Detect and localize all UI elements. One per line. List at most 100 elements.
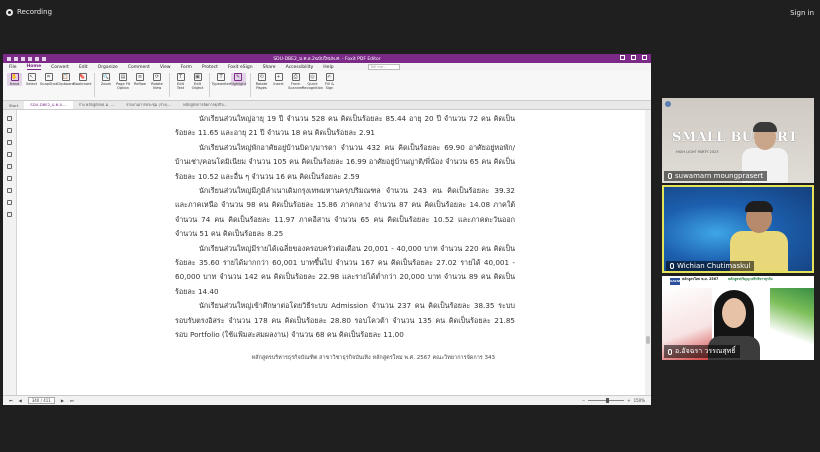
fill-sign-button[interactable]: ✍ Fill & Sign: [322, 73, 337, 90]
reflow-button[interactable]: ≡ Reflow: [133, 73, 148, 86]
camera-icon: ⌗: [44, 73, 53, 81]
window-controls: [620, 55, 647, 60]
zoom-slider[interactable]: [588, 398, 625, 403]
paragraph-hometown: นักเรียนส่วนใหญ่มีภูมิลำเนาเดิมกรุงเทพมห…: [175, 186, 515, 239]
vertical-scrollbar[interactable]: [645, 110, 651, 395]
paragraph-age: นักเรียนส่วนใหญ่อายุ 19 ปี จำนวน 528 คน …: [175, 114, 515, 138]
edit-object-button[interactable]: ▣ Edit Object: [190, 73, 205, 90]
menu-edit[interactable]: Edit: [79, 65, 88, 70]
menu-view[interactable]: View: [160, 65, 171, 70]
participant-tile-3[interactable]: AACSB หลักสูตรใหม่ พ.ศ. 2567 หลักสูตรปริ…: [662, 276, 814, 360]
sign-in-button[interactable]: Sign in: [790, 9, 814, 17]
bookmark-panel-icon[interactable]: [7, 116, 12, 121]
participant-tile-1[interactable]: SMALL BU...ART HIGH LIGHT PARTY 2023 suw…: [662, 98, 814, 183]
status-bar: ⏮ ◀ 340 / 411 ▶ ⏭ − + 150%: [3, 395, 651, 405]
menu-accessibility[interactable]: Accessibility: [286, 65, 314, 70]
scanner-icon: ⎙: [291, 73, 300, 81]
mic-icon: [670, 263, 674, 269]
from-scanner-button[interactable]: ⎙ From Scanner: [288, 73, 303, 90]
select-button[interactable]: ↖ Select: [24, 73, 39, 86]
link-panel-icon[interactable]: [7, 176, 12, 181]
hand-button[interactable]: ✋ Hand: [7, 73, 22, 86]
minimize-icon[interactable]: [620, 55, 625, 60]
participant-tile-2-active-speaker[interactable]: Wichian Chutimaskul: [662, 185, 814, 273]
document-tab[interactable]: SDU-DBE2_ม.ค.อ....: [24, 101, 73, 109]
zoom-in-icon[interactable]: +: [627, 398, 630, 403]
prev-page-icon[interactable]: ◀: [19, 398, 22, 403]
menu-organize[interactable]: Organize: [98, 65, 118, 70]
page-footer: หลักสูตรบริหารธุรกิจบัณฑิต สาขาวิชาธุรกิ…: [251, 354, 495, 361]
ribbon-button-label: From Scanner: [288, 82, 303, 90]
scrollbar-thumb[interactable]: [646, 336, 650, 344]
zoom-button[interactable]: 🔍 Zoom: [99, 73, 114, 86]
next-page-icon[interactable]: ▶: [61, 398, 64, 403]
document-view[interactable]: นักเรียนส่วนใหญ่อายุ 19 ปี จำนวน 528 คน …: [17, 110, 651, 395]
menu-file[interactable]: File: [9, 65, 17, 70]
page-number-field[interactable]: 340 / 411: [27, 397, 55, 404]
ribbon-button-label: Quick Recognition: [301, 82, 324, 90]
aacsb-logo: AACSB: [670, 278, 682, 285]
attachments-panel-icon[interactable]: [7, 164, 12, 169]
page-fit-option-button[interactable]: ▤ Page Fit Option: [116, 73, 131, 90]
zoom-control: − + 150%: [582, 398, 651, 403]
paragraph-income: นักเรียนส่วนใหญ่มีรายได้เฉลี่ยของครอบครั…: [175, 243, 515, 296]
zoom-level[interactable]: 150%: [634, 398, 645, 403]
ribbon-separator: [209, 73, 210, 97]
document-tab[interactable]: Start: [3, 102, 24, 109]
last-page-icon[interactable]: ⏭: [70, 398, 74, 403]
rotate-pages-icon: ⟲: [257, 73, 266, 81]
document-tab[interactable]: หลักสูตรการจัดการธุรกิจ...: [177, 101, 233, 109]
menu-foxit-esign[interactable]: Foxit eSign: [228, 65, 253, 70]
layers-panel-icon[interactable]: [7, 140, 12, 145]
clipboard-button[interactable]: 📋 Clipboard: [57, 73, 74, 86]
insert-button[interactable]: + Insert: [271, 73, 286, 86]
menu-home[interactable]: Home: [26, 64, 42, 70]
comments-panel-icon[interactable]: [7, 152, 12, 157]
mic-icon: [668, 348, 672, 355]
ribbon-button-label: Edit Text: [176, 82, 185, 90]
menu-bar: File Home Convert Edit Organize Comment View Fo…: [3, 63, 651, 71]
ribbon-button-label: Fill & Sign: [325, 82, 334, 90]
menu-form[interactable]: Form: [181, 65, 192, 70]
security-panel-icon[interactable]: [7, 188, 12, 193]
participant-name: อ.อัจฉรา วรรณสุทธิ์: [675, 347, 736, 355]
menu-protect[interactable]: Protect: [202, 65, 218, 70]
menu-share[interactable]: Share: [263, 65, 276, 70]
edit-object-icon: ▣: [193, 73, 202, 81]
close-icon[interactable]: [642, 55, 647, 60]
snapshot-button[interactable]: ⌗ SnapShot: [40, 73, 57, 86]
document-tab[interactable]: ร่าง หลักสูตรบธ.ม. ...: [73, 101, 121, 109]
bookmark-icon: 🔖: [78, 73, 87, 81]
clipboard-icon: 📋: [61, 73, 70, 81]
tell-me-search-input[interactable]: Tell me...: [367, 64, 400, 70]
maximize-icon[interactable]: [631, 55, 636, 60]
ribbon-toolbar: ✋ Hand ↖ Select ⌗ SnapShot 📋 Clipboard 🔖 Bookmark…: [3, 71, 651, 101]
first-page-icon[interactable]: ⏮: [9, 398, 13, 403]
menu-comment[interactable]: Comment: [128, 65, 150, 70]
participant-name: Wichian Chutimaskul: [677, 262, 751, 270]
quick-recognition-button[interactable]: ◎ Quick Recognition: [301, 73, 324, 90]
document-tab[interactable]: รายงานการประชุม (ร่าง)...: [120, 101, 177, 109]
highlight-button[interactable]: ✎ Highlight: [230, 73, 246, 86]
thumbnail-panel-icon[interactable]: [7, 128, 12, 133]
zoom-icon: 🔍: [102, 73, 110, 81]
ribbon-button-label: Select: [25, 82, 38, 86]
bookmark-button[interactable]: 🔖 Bookmark: [73, 73, 92, 86]
pdf-page: นักเรียนส่วนใหญ่อายุ 19 ปี จำนวน 528 คน …: [175, 112, 515, 365]
typewriter-button[interactable]: T Typewriter: [212, 73, 230, 86]
background-caption-2: หลักสูตรปริญญาตรีบริหารธุรกิจ: [728, 277, 773, 281]
document-tabs: Start SDU-DBE2_ม.ค.อ.... ร่าง หลักสูตรบธ.ม…: [3, 101, 651, 110]
mic-icon: [668, 173, 672, 179]
background-caption: หลักสูตรใหม่ พ.ศ. 2567: [682, 277, 719, 281]
ribbon-button-label: Rotate View: [151, 82, 163, 90]
rotate-view-button[interactable]: ⟳ Rotate View: [150, 73, 165, 90]
rotate-pages-button[interactable]: ⟲ Rotate Pages: [254, 73, 269, 90]
edit-text-button[interactable]: T Edit Text: [173, 73, 188, 90]
menu-convert[interactable]: Convert: [51, 65, 69, 70]
participant-name-tag: อ.อัจฉรา วรรณสุทธิ์: [664, 345, 740, 358]
content-panel-icon[interactable]: [7, 212, 12, 217]
paragraph-residence: นักเรียนส่วนใหญ่พักอาศัยอยู่บ้านบิดา/มาร…: [175, 142, 515, 181]
menu-help[interactable]: Help: [323, 65, 333, 70]
zoom-out-icon[interactable]: −: [582, 398, 585, 403]
signature-panel-icon[interactable]: [7, 200, 12, 205]
